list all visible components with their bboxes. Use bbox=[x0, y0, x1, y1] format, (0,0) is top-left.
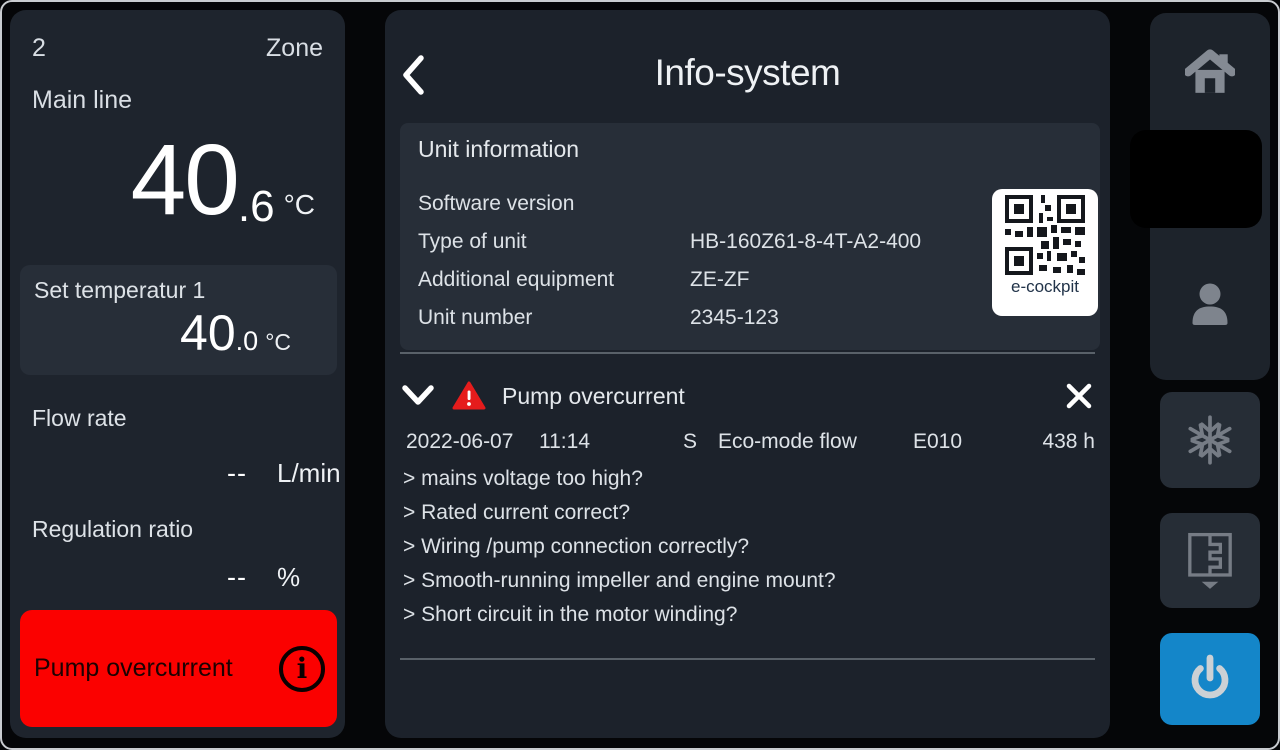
unit-row-additional-equipment: Additional equipment ZE-ZF bbox=[418, 261, 1082, 299]
zone-label: Zone bbox=[266, 34, 323, 63]
unit-row-unit-number: Unit number 2345-123 bbox=[418, 299, 1082, 337]
alarm-hints-list: > mains voltage too high? > Rated curren… bbox=[403, 462, 1095, 632]
set-temp-fraction: .0 bbox=[236, 323, 259, 361]
row-value: 2345-123 bbox=[690, 299, 779, 337]
user-icon bbox=[1186, 281, 1234, 327]
nav-tab-group bbox=[1150, 13, 1270, 380]
home-button[interactable] bbox=[1150, 13, 1270, 130]
divider bbox=[400, 352, 1095, 354]
hint-line: > Short circuit in the motor winding? bbox=[403, 598, 1095, 632]
hint-line: > Smooth-running impeller and engine mou… bbox=[403, 564, 1095, 598]
alarm-banner[interactable]: Pump overcurrent i bbox=[20, 610, 337, 727]
mold-icon bbox=[1186, 531, 1234, 591]
flow-rate-unit: L/min bbox=[277, 458, 341, 489]
alarm-banner-label: Pump overcurrent bbox=[34, 654, 233, 683]
flow-rate-value: -- bbox=[10, 458, 247, 489]
alarm-meta-row: 2022-06-07 11:14 S Eco-mode flow E010 43… bbox=[406, 430, 1095, 454]
alarm-time: 11:14 bbox=[539, 430, 683, 454]
info-icon: i bbox=[279, 646, 325, 692]
hint-line: > Rated current correct? bbox=[403, 496, 1095, 530]
main-temp-integer: 40 bbox=[131, 126, 238, 234]
set-temperature-card[interactable]: Set temperatur 1 40 .0 °C bbox=[20, 265, 337, 375]
power-button[interactable] bbox=[1160, 633, 1260, 725]
regulation-ratio-unit: % bbox=[277, 562, 300, 593]
home-icon bbox=[1185, 49, 1235, 95]
row-label: Type of unit bbox=[418, 223, 690, 261]
alarm-code: E010 bbox=[913, 430, 1033, 454]
main-temp-unit: °C bbox=[284, 189, 315, 221]
unit-row-software-version: Software version bbox=[418, 185, 1082, 223]
power-icon bbox=[1185, 653, 1235, 705]
flow-rate-readout: -- L/min bbox=[10, 458, 345, 489]
zone-number: 2 bbox=[32, 34, 46, 63]
page-title: Info-system bbox=[385, 52, 1110, 94]
cooling-button[interactable] bbox=[1160, 392, 1260, 488]
unit-row-type-of-unit: Type of unit HB-160Z61-8-4T-A2-400 bbox=[418, 223, 1082, 261]
line-label: Main line bbox=[32, 86, 132, 115]
hint-line: > mains voltage too high? bbox=[403, 462, 1095, 496]
main-temperature-readout: 40 .6 °C bbox=[10, 126, 315, 234]
main-temp-fraction: .6 bbox=[238, 181, 275, 234]
qr-card-label: e-cockpit bbox=[1011, 277, 1079, 297]
zone-header: 2 Zone bbox=[32, 34, 323, 63]
regulation-ratio-readout: -- % bbox=[10, 562, 345, 593]
qr-code-icon bbox=[1005, 195, 1085, 275]
regulation-ratio-label: Regulation ratio bbox=[32, 516, 193, 543]
regulation-ratio-value: -- bbox=[10, 562, 247, 593]
alarm-date: 2022-06-07 bbox=[406, 430, 539, 454]
divider bbox=[400, 658, 1095, 660]
alarm-detail-header: Pump overcurrent bbox=[400, 376, 1095, 416]
close-alarm-button[interactable] bbox=[1063, 380, 1095, 412]
alarm-fault: Eco-mode flow bbox=[718, 430, 913, 454]
flow-rate-label: Flow rate bbox=[32, 405, 127, 432]
hmi-screen: 2 Zone Main line 40 .6 °C Set temperatur… bbox=[0, 0, 1280, 750]
chevron-down-icon bbox=[402, 385, 434, 407]
unit-information-title: Unit information bbox=[418, 136, 1082, 163]
row-value: ZE-ZF bbox=[690, 261, 749, 299]
menu-button[interactable] bbox=[1130, 130, 1262, 228]
set-temp-unit: °C bbox=[265, 329, 291, 356]
row-label: Additional equipment bbox=[418, 261, 690, 299]
row-value: HB-160Z61-8-4T-A2-400 bbox=[690, 223, 921, 261]
info-system-panel: Info-system Unit information Software ve… bbox=[385, 10, 1110, 738]
alarm-hours: 438 h bbox=[1033, 430, 1095, 454]
set-temperature-value: 40 .0 °C bbox=[34, 306, 323, 361]
user-button[interactable] bbox=[1150, 228, 1270, 380]
zone-status-panel: 2 Zone Main line 40 .6 °C Set temperatur… bbox=[10, 10, 345, 738]
e-cockpit-qr-card: e-cockpit bbox=[992, 189, 1098, 316]
alarm-class: S bbox=[683, 430, 718, 454]
snowflake-icon bbox=[1184, 414, 1236, 466]
unit-information-rows: Software version Type of unit HB-160Z61-… bbox=[418, 185, 1082, 337]
hint-line: > Wiring /pump connection correctly? bbox=[403, 530, 1095, 564]
unit-information-card: Unit information Software version Type o… bbox=[400, 123, 1100, 350]
row-label: Software version bbox=[418, 185, 690, 223]
warning-triangle-icon bbox=[452, 381, 486, 411]
mold-button[interactable] bbox=[1160, 513, 1260, 608]
set-temp-integer: 40 bbox=[180, 306, 236, 361]
alarm-detail-title: Pump overcurrent bbox=[502, 383, 685, 410]
set-temperature-label: Set temperatur 1 bbox=[34, 277, 323, 304]
collapse-alarm-button[interactable] bbox=[400, 383, 436, 409]
row-label: Unit number bbox=[418, 299, 690, 337]
close-icon bbox=[1065, 382, 1093, 410]
